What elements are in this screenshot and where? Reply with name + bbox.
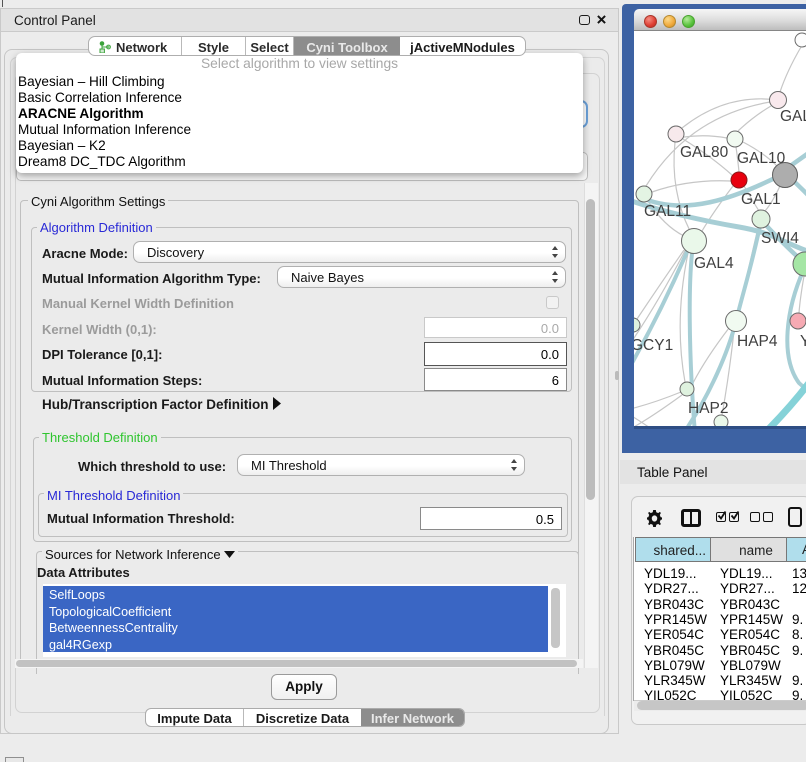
- svg-text:HAP4: HAP4: [737, 333, 778, 350]
- svg-text:HAP2: HAP2: [688, 400, 729, 417]
- svg-text:GAL: GAL: [780, 108, 806, 125]
- svg-text:SWI4: SWI4: [761, 230, 799, 247]
- svg-text:GAL80: GAL80: [680, 144, 729, 161]
- svg-text:Y: Y: [800, 333, 806, 350]
- svg-text:GAL4: GAL4: [694, 255, 734, 272]
- svg-text:GAL1: GAL1: [741, 191, 781, 208]
- svg-text:GAL10: GAL10: [737, 150, 786, 167]
- svg-text:GCY1: GCY1: [634, 337, 673, 354]
- svg-text:GAL11: GAL11: [644, 203, 691, 220]
